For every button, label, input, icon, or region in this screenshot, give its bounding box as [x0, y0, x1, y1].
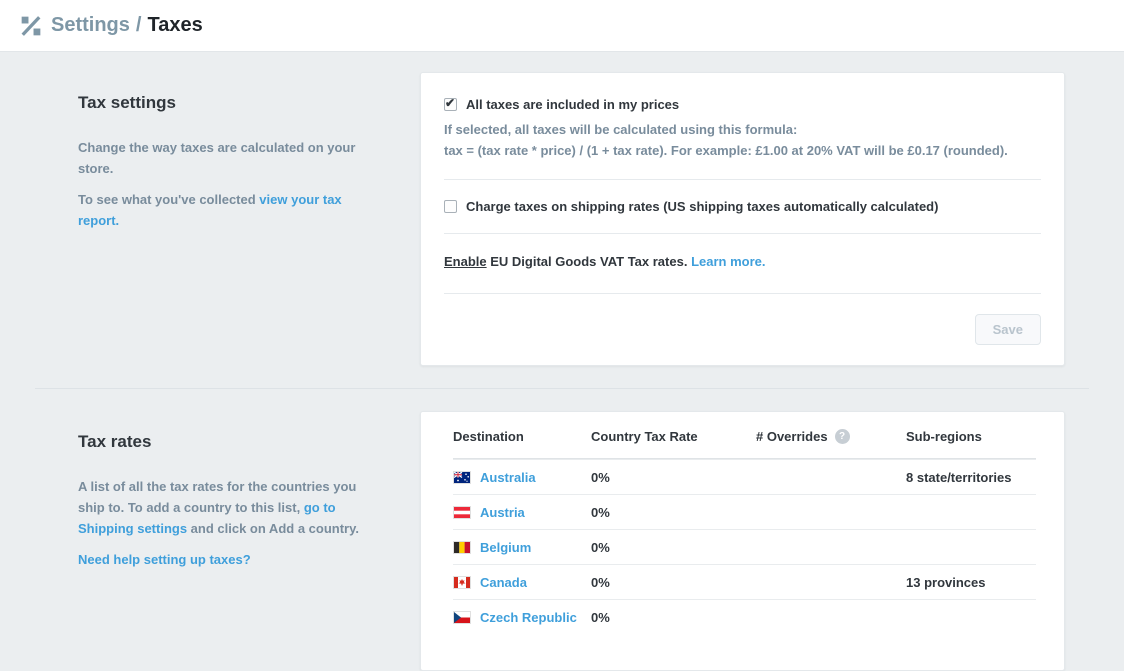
overrides-help-icon[interactable]: ?: [835, 429, 850, 444]
need-help-link[interactable]: Need help setting up taxes?: [78, 552, 251, 567]
country-link-austria[interactable]: Austria: [480, 505, 525, 520]
column-header-destination: Destination: [453, 429, 591, 444]
flag-belgium-icon: [453, 541, 471, 554]
taxes-included-checkbox[interactable]: ✔: [444, 98, 457, 111]
column-header-country-tax-rate: Country Tax Rate: [591, 429, 756, 444]
breadcrumb-settings[interactable]: Settings: [51, 14, 130, 37]
table-row-canada: Canada 0% 13 provinces: [453, 564, 1036, 599]
tax-rate-value: 0%: [591, 470, 756, 485]
column-header-overrides: # Overrides ?: [756, 429, 906, 444]
taxes-included-block: ✔ All taxes are included in my prices If…: [444, 97, 1041, 179]
save-button[interactable]: Save: [975, 314, 1041, 345]
country-link-australia[interactable]: Australia: [480, 470, 536, 485]
tax-settings-heading: Tax settings: [78, 93, 368, 113]
tax-rate-value: 0%: [591, 505, 756, 520]
shipping-taxes-block: ✔ Charge taxes on shipping rates (US shi…: [444, 179, 1041, 233]
table-header-row: Destination Country Tax Rate # Overrides…: [453, 412, 1036, 459]
tax-settings-description: Change the way taxes are calculated on y…: [78, 137, 368, 179]
learn-more-link[interactable]: Learn more.: [691, 254, 765, 269]
checkmark-icon: ✔: [445, 96, 455, 110]
tax-rates-desc-suffix: and click on Add a country.: [187, 521, 359, 536]
tax-rates-description: A list of all the tax rates for the coun…: [78, 476, 368, 539]
flag-austria-icon: [453, 506, 471, 519]
eu-vat-text: EU Digital Goods VAT Tax rates.: [487, 254, 691, 269]
header-bar: Settings / Taxes: [0, 0, 1124, 52]
table-row-czech-republic: Czech Republic 0%: [453, 599, 1036, 634]
shipping-taxes-checkbox[interactable]: ✔: [444, 200, 457, 213]
subregions-value: 8 state/territories: [906, 470, 1036, 485]
tax-rate-value: 0%: [591, 575, 756, 590]
page-title: Taxes: [147, 14, 202, 37]
tax-rate-value: 0%: [591, 610, 756, 625]
enable-eu-vat-link[interactable]: Enable: [444, 254, 487, 269]
table-row-austria: Austria 0%: [453, 494, 1036, 529]
page-content: Tax settings Change the way taxes are ca…: [0, 52, 1124, 671]
table-row-belgium: Belgium 0%: [453, 529, 1036, 564]
country-link-czech-republic[interactable]: Czech Republic: [480, 610, 577, 625]
breadcrumb-separator: /: [136, 14, 142, 37]
subregions-value: 13 provinces: [906, 575, 1036, 590]
tax-settings-sidebar: Tax settings Change the way taxes are ca…: [78, 72, 420, 366]
country-link-belgium[interactable]: Belgium: [480, 540, 531, 555]
taxes-included-help-line1: If selected, all taxes will be calculate…: [444, 119, 1041, 140]
tax-rates-heading: Tax rates: [78, 432, 368, 452]
percent-taxes-icon: [20, 15, 42, 37]
tax-rates-section: Tax rates A list of all the tax rates fo…: [0, 411, 1124, 671]
column-header-subregions: Sub-regions: [906, 429, 1036, 444]
tax-help-paragraph: Need help setting up taxes?: [78, 549, 368, 570]
flag-canada-icon: [453, 576, 471, 589]
overrides-header-label: # Overrides: [756, 429, 828, 444]
flag-australia-icon: [453, 471, 471, 484]
country-link-canada[interactable]: Canada: [480, 575, 527, 590]
tax-report-prefix: To see what you've collected: [78, 192, 259, 207]
tax-report-paragraph: To see what you've collected view your t…: [78, 189, 368, 231]
save-row: Save: [444, 293, 1041, 345]
tax-settings-panel: ✔ All taxes are included in my prices If…: [420, 72, 1065, 366]
tax-rates-sidebar: Tax rates A list of all the tax rates fo…: [78, 411, 420, 671]
flag-czech-republic-icon: [453, 611, 471, 624]
section-divider: [35, 388, 1089, 389]
eu-vat-block: Enable EU Digital Goods VAT Tax rates. L…: [444, 233, 1041, 293]
shipping-taxes-label[interactable]: Charge taxes on shipping rates (US shipp…: [466, 199, 938, 215]
tax-rate-value: 0%: [591, 540, 756, 555]
taxes-included-label[interactable]: All taxes are included in my prices: [466, 97, 679, 113]
taxes-included-help-line2: tax = (tax rate * price) / (1 + tax rate…: [444, 140, 1041, 161]
table-row-australia: Australia 0% 8 state/territories: [453, 459, 1036, 494]
tax-settings-section: Tax settings Change the way taxes are ca…: [0, 72, 1124, 366]
tax-rates-panel: Destination Country Tax Rate # Overrides…: [420, 411, 1065, 671]
